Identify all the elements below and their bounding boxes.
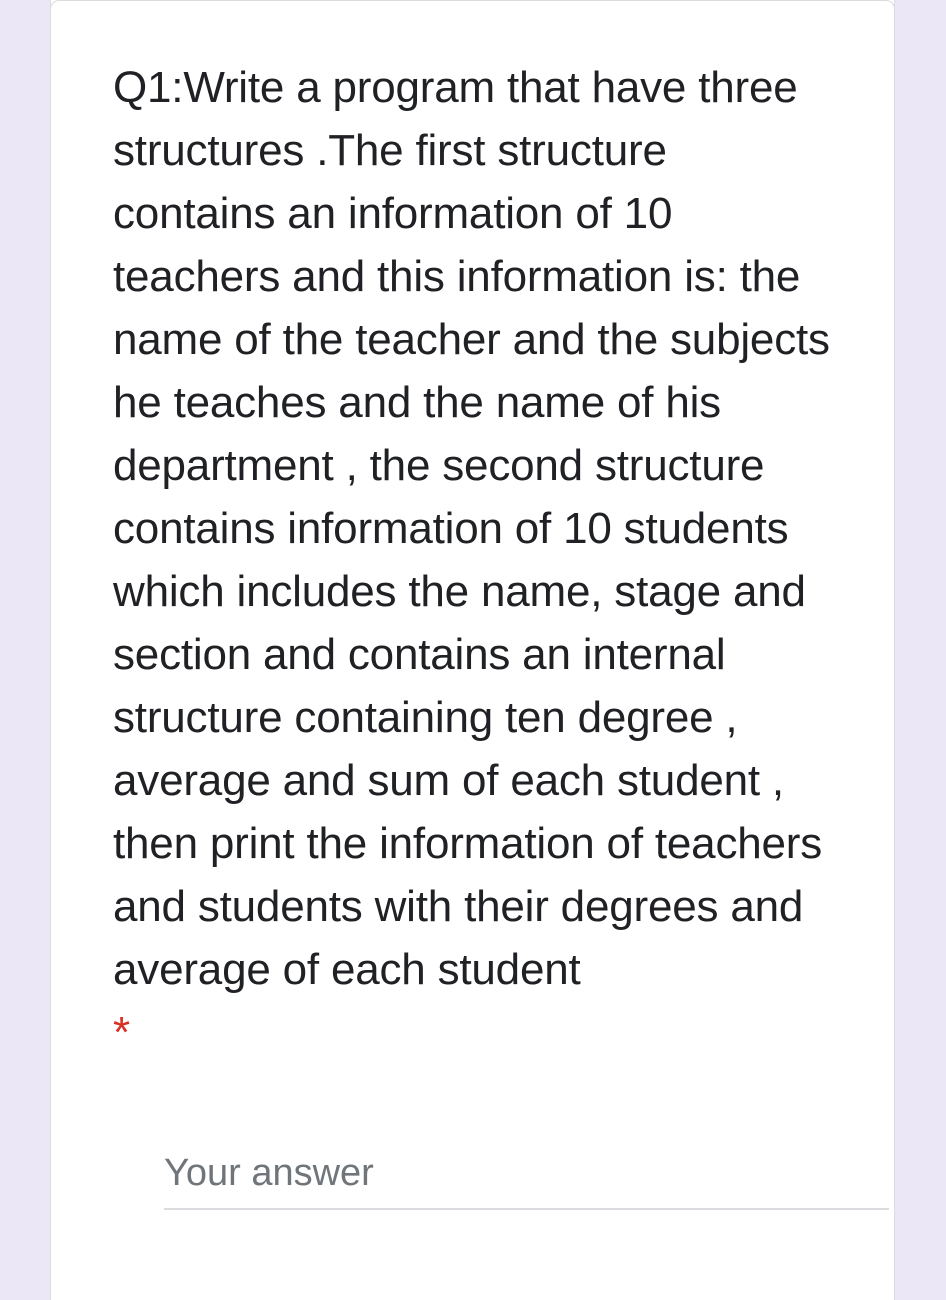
- required-marker: *: [113, 1008, 131, 1057]
- question-card: Q1:Write a program that have three struc…: [50, 0, 895, 1300]
- question-title: Q1:Write a program that have three struc…: [113, 63, 830, 994]
- answer-input[interactable]: [164, 1148, 889, 1208]
- google-form-page: Q1:Write a program that have three struc…: [0, 0, 946, 1300]
- question-content: Q1:Write a program that have three struc…: [113, 56, 838, 1064]
- answer-field-group: [164, 1148, 889, 1210]
- answer-underline: [164, 1208, 889, 1210]
